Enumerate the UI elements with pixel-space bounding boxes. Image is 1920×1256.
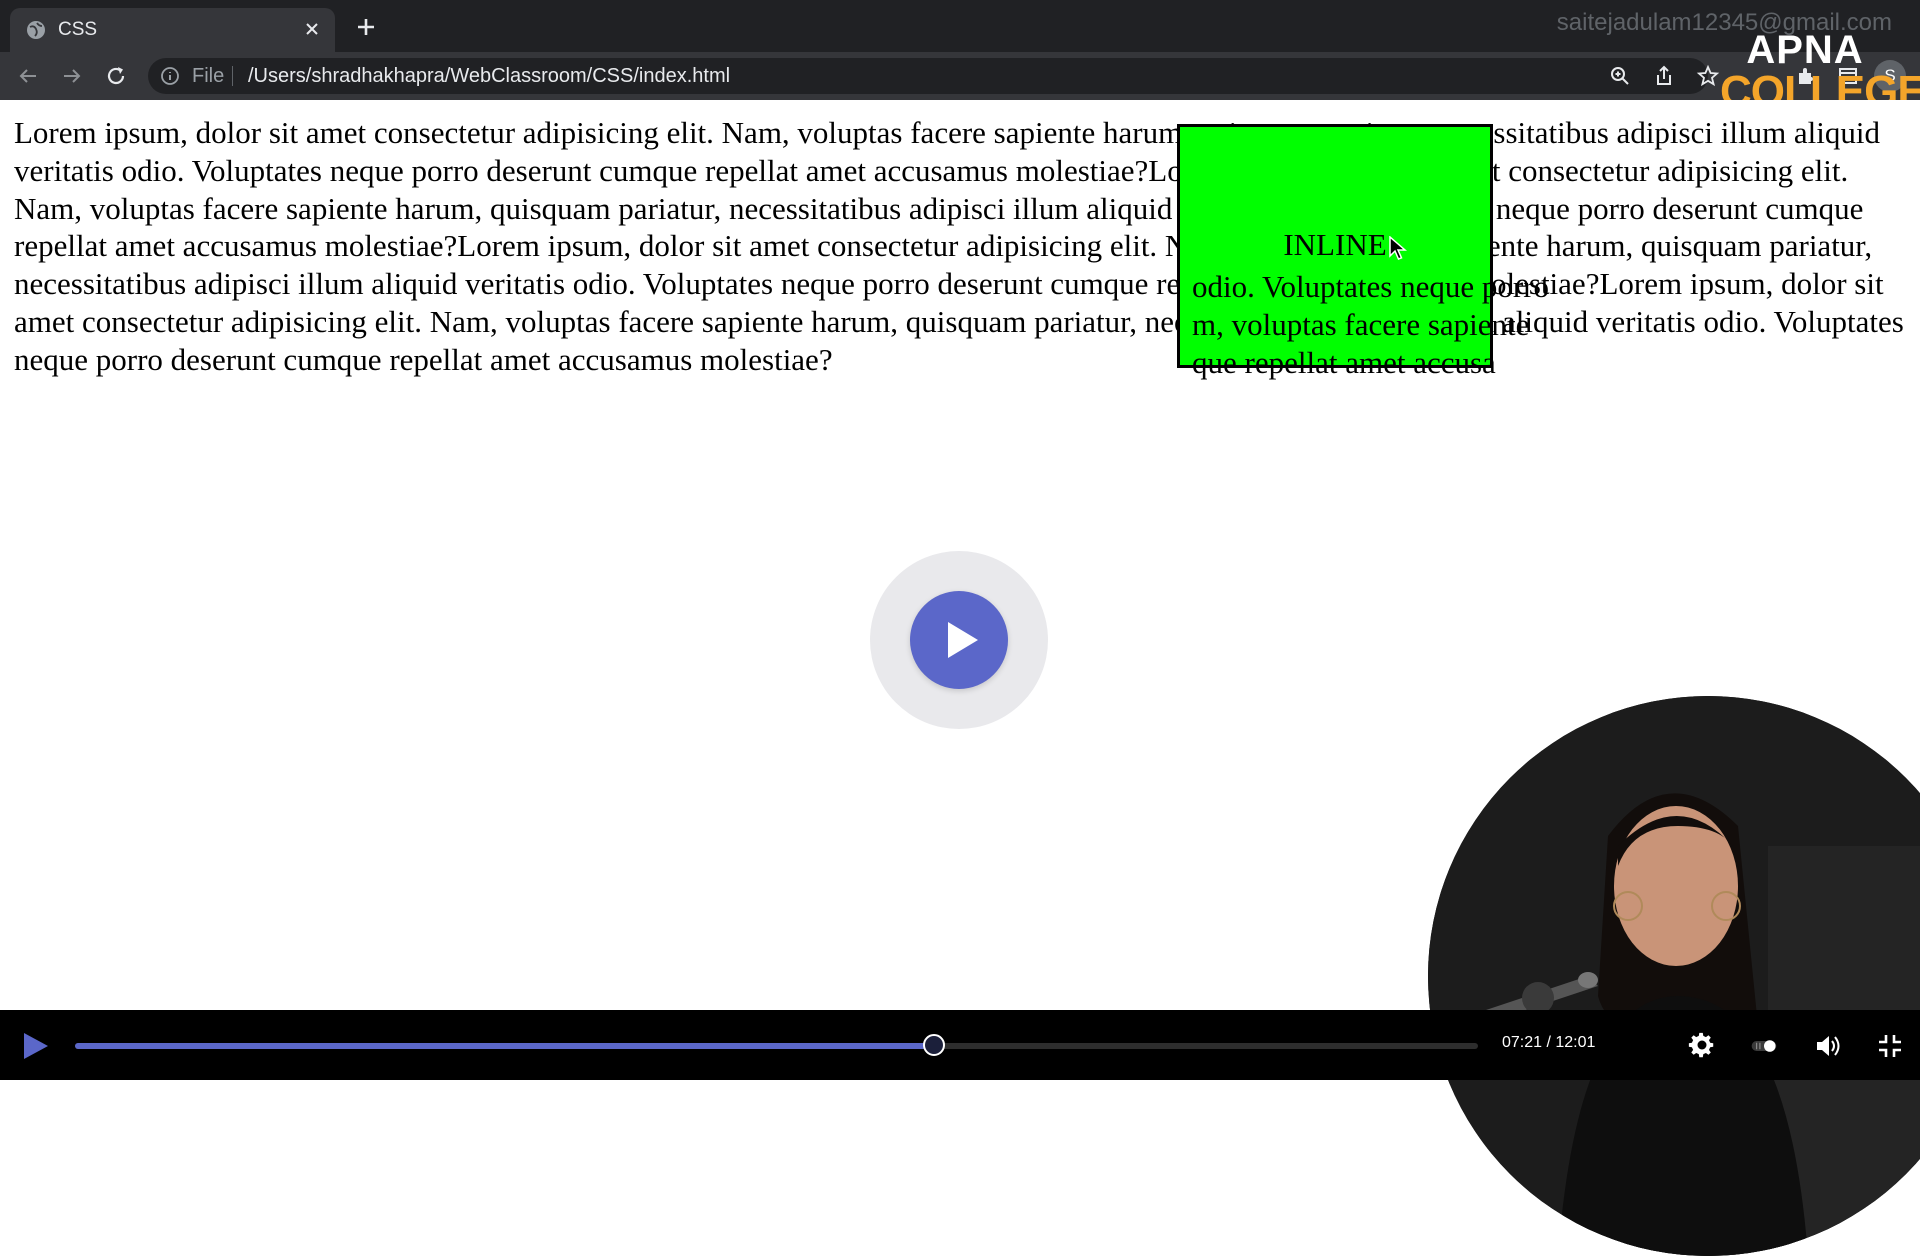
time-display: 07:21 / 12:01 [1502, 1034, 1596, 1051]
big-play-button[interactable] [870, 551, 1048, 729]
share-icon[interactable] [1652, 64, 1676, 88]
overflow-text-over-box: odio. Voluptates neque porro m, voluptas… [1192, 268, 1549, 381]
new-tab-plus-icon[interactable] [354, 15, 378, 39]
progress-thumb[interactable] [922, 1034, 945, 1056]
video-controls-bar: 07:21 / 12:01 [0, 1010, 1920, 1080]
progress-fill [75, 1043, 934, 1049]
settings-gear-icon[interactable] [1688, 1032, 1716, 1060]
big-play-circle[interactable] [910, 591, 1008, 689]
play-icon [948, 622, 978, 658]
volume-icon[interactable] [1814, 1032, 1842, 1060]
progress-track[interactable] [75, 1034, 1478, 1056]
overflow-line-3: que repellat amet accusa [1192, 344, 1496, 380]
info-icon[interactable] [160, 66, 180, 86]
toggle-icon[interactable] [1750, 1032, 1778, 1060]
overflow-line-2: m, voluptas facere sapiente [1192, 306, 1530, 342]
browser-tab[interactable]: CSS [10, 8, 335, 52]
globe-icon [27, 21, 45, 39]
extensions-icon[interactable] [1794, 64, 1818, 88]
reload-icon[interactable] [104, 64, 128, 88]
close-icon[interactable] [301, 18, 323, 40]
play-icon[interactable] [20, 1031, 50, 1061]
forward-arrow-icon[interactable] [60, 64, 84, 88]
browser-toolbar: File /Users/shradhakhapra/WebClassroom/C… [0, 52, 1920, 101]
back-arrow-icon[interactable] [16, 64, 40, 88]
url-scheme-label: File [192, 65, 225, 87]
browser-tab-strip: CSS saitejadulam12345@gmail.com [0, 0, 1920, 52]
mouse-cursor-icon [1389, 236, 1407, 260]
zoom-icon[interactable] [1608, 64, 1632, 88]
exit-fullscreen-icon[interactable] [1876, 1032, 1904, 1060]
tab-title: CSS [58, 19, 98, 40]
window-icon[interactable] [1836, 64, 1860, 88]
overflow-line-1: odio. Voluptates neque porro [1192, 269, 1550, 304]
inline-label: INLINE [1283, 227, 1387, 262]
profile-avatar[interactable]: S [1874, 60, 1906, 92]
address-bar[interactable]: File /Users/shradhakhapra/WebClassroom/C… [148, 58, 1720, 94]
lorem-paragraph: Lorem ipsum, dolor sit amet consectetur … [14, 115, 1904, 377]
star-icon[interactable] [1696, 64, 1720, 88]
address-separator [232, 66, 233, 86]
account-email: saitejadulam12345@gmail.com [1556, 9, 1892, 36]
url-text[interactable]: /Users/shradhakhapra/WebClassroom/CSS/in… [248, 65, 730, 88]
